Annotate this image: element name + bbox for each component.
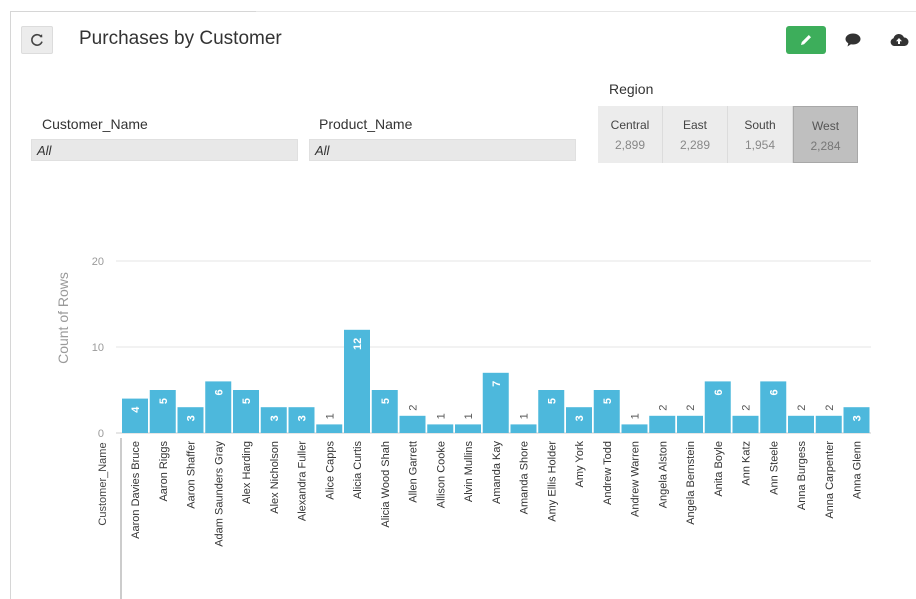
bar[interactable] <box>732 415 759 433</box>
panel-top-border <box>10 11 256 12</box>
region-tile-value: 2,284 <box>810 139 841 153</box>
bar[interactable] <box>815 415 842 433</box>
bar[interactable] <box>510 424 537 433</box>
region-tile-name: East <box>682 118 707 132</box>
bar[interactable] <box>288 407 315 433</box>
bar[interactable] <box>233 390 259 433</box>
refresh-icon <box>31 33 43 46</box>
bar[interactable] <box>677 415 703 433</box>
bar[interactable] <box>177 407 204 433</box>
product-name-filter-label: Product_Name <box>319 116 413 132</box>
region-tile-value: 2,899 <box>614 138 646 152</box>
region-tile-south[interactable]: South 1,954 <box>728 106 793 163</box>
refresh-button[interactable] <box>21 26 53 54</box>
bar[interactable] <box>205 381 232 433</box>
region-tile-name: South <box>744 118 776 132</box>
comment-button[interactable] <box>835 26 871 54</box>
region-tile-west[interactable]: West 2,284 <box>793 106 858 163</box>
bar[interactable] <box>122 398 148 433</box>
panel-top-border-light <box>256 11 916 12</box>
customer-name-filter-label: Customer_Name <box>42 116 148 132</box>
page-title: Purchases by Customer <box>79 28 282 49</box>
bar[interactable] <box>427 424 454 433</box>
pencil-icon <box>801 35 811 45</box>
bar[interactable] <box>760 381 787 433</box>
region-filter-tiles: Central 2,899 East 2,289 South 1,954 Wes… <box>598 106 858 163</box>
bar[interactable] <box>593 390 620 433</box>
bar[interactable] <box>344 329 370 433</box>
region-tile-central[interactable]: Central 2,899 <box>598 106 663 163</box>
comment-icon <box>845 33 861 47</box>
bar[interactable] <box>371 390 398 433</box>
bar[interactable] <box>260 407 287 433</box>
region-tile-name: Central <box>610 118 650 132</box>
edit-button[interactable] <box>786 26 826 54</box>
bar[interactable] <box>149 390 176 433</box>
bar[interactable] <box>538 390 565 433</box>
bar[interactable] <box>316 424 343 433</box>
region-tile-value: 2,289 <box>679 138 711 152</box>
bar[interactable] <box>649 415 676 433</box>
dashboard-panel <box>10 11 916 599</box>
bar[interactable] <box>704 381 731 433</box>
customer-name-filter-input[interactable]: All <box>31 139 298 161</box>
bar[interactable] <box>566 407 592 433</box>
region-tile-name: West <box>811 119 840 133</box>
bar[interactable] <box>482 372 509 433</box>
bar[interactable] <box>843 407 870 433</box>
region-tile-east[interactable]: East 2,289 <box>663 106 728 163</box>
bar[interactable] <box>621 424 648 433</box>
bar[interactable] <box>788 415 814 433</box>
product-name-filter-input[interactable]: All <box>309 139 576 161</box>
region-filter-title: Region <box>609 81 654 97</box>
bar[interactable] <box>399 415 426 433</box>
cloud-upload-button[interactable] <box>882 26 916 54</box>
region-tile-value: 1,954 <box>744 138 776 152</box>
cloud-upload-icon <box>890 33 909 46</box>
bar[interactable] <box>455 424 481 433</box>
